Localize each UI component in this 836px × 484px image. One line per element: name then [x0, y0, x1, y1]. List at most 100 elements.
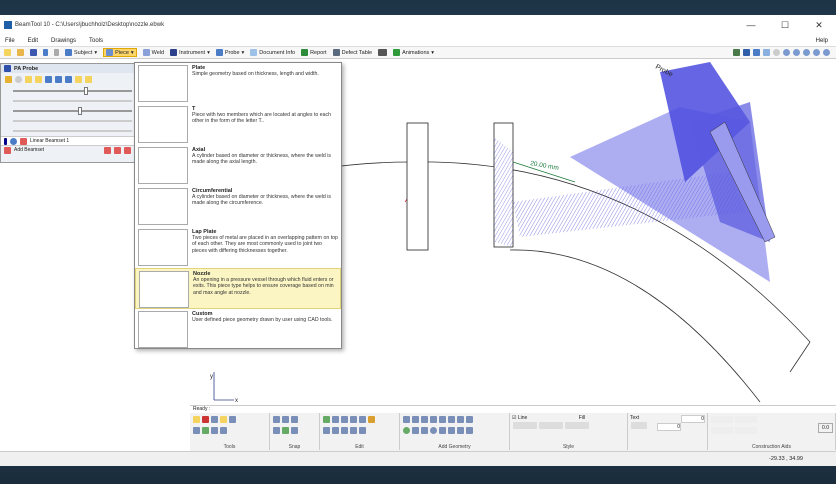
snap-end-icon[interactable]: [282, 416, 289, 423]
rotate-tool-icon[interactable]: [332, 427, 339, 434]
menu-file[interactable]: File: [5, 38, 15, 44]
maximize-button[interactable]: ☐: [768, 20, 802, 31]
eye-icon[interactable]: [10, 137, 17, 145]
piece-button[interactable]: Piece ▾: [103, 48, 137, 57]
layer-icon[interactable]: [733, 49, 740, 56]
slider-2[interactable]: [13, 96, 132, 106]
v-distance-input[interactable]: [711, 427, 733, 434]
dimension-icon[interactable]: [466, 416, 473, 423]
zoom-window-icon[interactable]: [813, 49, 820, 56]
piece-option-custom[interactable]: Custom User defined piece geometry drawn …: [135, 309, 341, 350]
menu-drawings[interactable]: Drawings: [51, 38, 76, 44]
beamset-row[interactable]: Linear Beamset 1: [1, 136, 134, 145]
cut-icon[interactable]: [350, 416, 357, 423]
panel-icon[interactable]: [229, 416, 236, 423]
delete-beamset-icon[interactable]: [124, 146, 131, 154]
image-icon[interactable]: [457, 427, 464, 434]
circle2-icon[interactable]: [430, 427, 437, 434]
line-tool-icon[interactable]: [403, 416, 410, 423]
beam3-icon[interactable]: [65, 76, 72, 83]
measure-icon[interactable]: [220, 427, 227, 434]
subject-button[interactable]: Subject ▾: [65, 49, 97, 56]
view-3d-icon[interactable]: [753, 49, 760, 56]
weld-button[interactable]: Weld: [142, 49, 164, 56]
trim-icon[interactable]: [332, 416, 339, 423]
defect-table-button[interactable]: Defect Table: [332, 49, 372, 56]
snap-line-icon[interactable]: [273, 416, 280, 423]
edit-beamset-icon[interactable]: [104, 146, 111, 154]
picture-icon[interactable]: [466, 427, 473, 434]
copy-beamset-icon[interactable]: [114, 146, 121, 154]
move-icon[interactable]: [323, 416, 330, 423]
sector-icon[interactable]: [35, 76, 42, 83]
piece-option-circumferential[interactable]: Circumferential A cylinder based on diame…: [135, 186, 341, 227]
scan-icon[interactable]: [25, 76, 32, 83]
snap-grid-icon[interactable]: [282, 427, 289, 434]
v-spacing-input[interactable]: [735, 427, 757, 434]
piece-option-lap-plate[interactable]: Lap Plate Two pieces of metal are placed …: [135, 227, 341, 268]
minimize-button[interactable]: —: [734, 20, 768, 31]
h-distance-input[interactable]: [711, 416, 733, 423]
paste-icon[interactable]: [368, 416, 375, 423]
layer-tool-icon[interactable]: [211, 416, 218, 423]
value2-input[interactable]: 0: [657, 423, 681, 431]
layers-icon[interactable]: [202, 427, 209, 434]
polygon-icon[interactable]: [412, 427, 419, 434]
undo-icon[interactable]: [43, 49, 48, 56]
fill-toggle[interactable]: Fill: [579, 415, 585, 421]
slider-3[interactable]: [13, 106, 132, 116]
view-iso-icon[interactable]: [763, 49, 770, 56]
polyline2-icon[interactable]: [439, 416, 446, 423]
slider-1[interactable]: [13, 86, 132, 96]
line-width-select[interactable]: [539, 422, 563, 429]
zoom-fit-icon[interactable]: [783, 49, 790, 56]
open-icon[interactable]: [17, 49, 24, 56]
snap-mid-icon[interactable]: [273, 427, 280, 434]
text-tool-icon[interactable]: [457, 416, 464, 423]
zoom-previous-icon[interactable]: [823, 49, 830, 56]
value1-input[interactable]: 0: [681, 415, 705, 423]
skip-icon[interactable]: [75, 76, 82, 83]
piece-option-plate[interactable]: Plate Simple geometry based on thickness,…: [135, 63, 341, 104]
add-beamset-row[interactable]: Add Beamset: [1, 145, 134, 154]
instrument-button[interactable]: Instrument ▾: [170, 49, 210, 56]
extend-icon[interactable]: [341, 416, 348, 423]
menu-edit[interactable]: Edit: [28, 38, 38, 44]
save-icon[interactable]: [30, 49, 37, 56]
snap-angle-icon[interactable]: [291, 416, 298, 423]
line-color-select[interactable]: [513, 422, 537, 429]
rect-icon[interactable]: [421, 427, 428, 434]
new-icon[interactable]: [4, 49, 11, 56]
arc2-icon[interactable]: [448, 416, 455, 423]
zoom-in-icon[interactable]: [793, 49, 800, 56]
snap-perp-icon[interactable]: [291, 427, 298, 434]
focus-icon[interactable]: [15, 76, 22, 83]
fill-color-select[interactable]: [565, 422, 589, 429]
animations-button[interactable]: Animations ▾: [393, 49, 434, 56]
line-style-toggle[interactable]: ☑ Line: [512, 415, 527, 421]
view-icon[interactable]: [378, 49, 388, 56]
rotate-icon[interactable]: [773, 49, 780, 56]
slider-5[interactable]: [13, 126, 132, 136]
pen-icon[interactable]: [193, 427, 200, 434]
select-icon[interactable]: [193, 416, 200, 423]
slider-4[interactable]: [13, 116, 132, 126]
piece-option-axial[interactable]: Axial A cylinder based on diameter or thi…: [135, 145, 341, 186]
angle-input[interactable]: 0.0: [818, 423, 833, 433]
ungroup-icon[interactable]: [359, 427, 366, 434]
offset-icon[interactable]: [341, 427, 348, 434]
h-spacing-input[interactable]: [735, 416, 757, 423]
text-label[interactable]: Text: [630, 415, 639, 421]
polyline-icon[interactable]: [412, 416, 419, 423]
close-button[interactable]: ✕: [802, 20, 836, 31]
zoom-out-icon[interactable]: [803, 49, 810, 56]
mirror-icon[interactable]: [323, 427, 330, 434]
arc-icon[interactable]: [421, 416, 428, 423]
magnet-icon[interactable]: [202, 416, 209, 423]
grid-icon[interactable]: [211, 427, 218, 434]
polygon2-icon[interactable]: [439, 427, 446, 434]
beam-icon[interactable]: [45, 76, 52, 83]
beam2-icon[interactable]: [55, 76, 62, 83]
copy-icon[interactable]: [359, 416, 366, 423]
probe-button[interactable]: Probe ▾: [215, 49, 244, 56]
